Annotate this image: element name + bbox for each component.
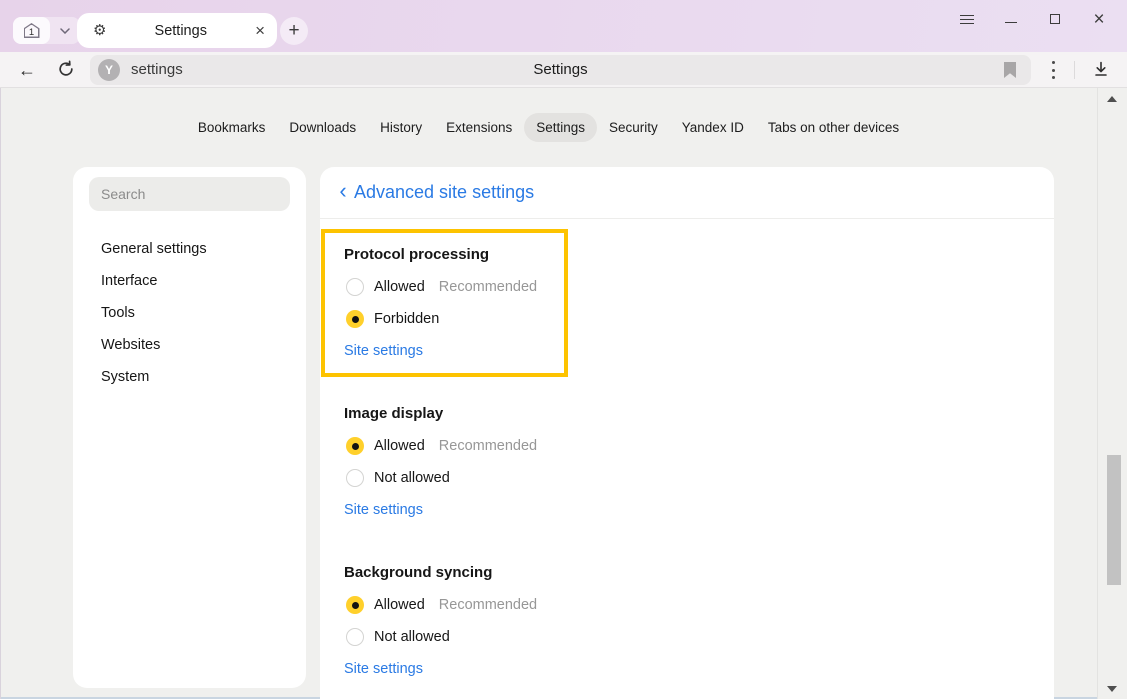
scroll-up-arrow-icon[interactable] bbox=[1107, 96, 1117, 102]
settings-section-background-syncing: Background syncing Allowed Recommended N… bbox=[344, 563, 1054, 685]
radio-icon[interactable] bbox=[346, 310, 364, 328]
settings-sections: Protocol processing Allowed Recommended … bbox=[320, 219, 1054, 685]
settings-nav-item-security[interactable]: Security bbox=[597, 113, 670, 142]
downloads-button[interactable] bbox=[1092, 60, 1112, 80]
settings-nav-item-settings[interactable]: Settings bbox=[524, 113, 597, 142]
browser-tab-settings[interactable]: ⚙ Settings × bbox=[77, 13, 277, 48]
chevron-down-icon bbox=[60, 28, 70, 34]
advanced-settings-header[interactable]: ‹ Advanced site settings bbox=[320, 167, 1054, 219]
address-toolbar: ← Y settings Settings bbox=[0, 52, 1127, 88]
section-title: Protocol processing bbox=[344, 245, 1054, 265]
menu-icon bbox=[960, 15, 974, 24]
site-settings-link[interactable]: Site settings bbox=[344, 653, 423, 685]
maximize-icon bbox=[1050, 14, 1060, 24]
browser-menu-button[interactable] bbox=[945, 6, 989, 32]
sidebar-item-general-settings[interactable]: General settings bbox=[73, 233, 306, 265]
page-scrollbar[interactable] bbox=[1097, 88, 1127, 699]
radio-icon[interactable] bbox=[346, 437, 364, 455]
minimize-icon bbox=[1005, 22, 1017, 23]
tab-list-dropdown-button[interactable] bbox=[50, 17, 80, 44]
sidebar-item-system[interactable]: System bbox=[73, 361, 306, 393]
radio-icon[interactable] bbox=[346, 628, 364, 646]
download-icon bbox=[1092, 60, 1110, 78]
maximize-button[interactable] bbox=[1033, 6, 1077, 32]
settings-nav-item-history[interactable]: History bbox=[368, 113, 434, 142]
radio-option-protocol-processing-forbidden[interactable]: Forbidden bbox=[344, 303, 1054, 335]
settings-section-protocol-processing: Protocol processing Allowed Recommended … bbox=[344, 245, 1054, 367]
radio-option-protocol-processing-allowed[interactable]: Allowed Recommended bbox=[344, 271, 1054, 303]
sidebar-item-interface[interactable]: Interface bbox=[73, 265, 306, 297]
close-icon: × bbox=[1093, 10, 1104, 29]
radio-option-image-display-not-allowed[interactable]: Not allowed bbox=[344, 462, 1054, 494]
section-title: Image display bbox=[344, 404, 1054, 424]
settings-nav-item-tabs-on-other-devices[interactable]: Tabs on other devices bbox=[756, 113, 911, 142]
toolbar-separator bbox=[1074, 61, 1075, 79]
browser-window: 1 ⚙ Settings × + bbox=[0, 0, 1127, 699]
sidebar-items: General settingsInterfaceToolsWebsitesSy… bbox=[73, 233, 306, 393]
back-button[interactable]: ← bbox=[15, 58, 39, 82]
radio-icon[interactable] bbox=[346, 469, 364, 487]
scrollbar-thumb[interactable] bbox=[1107, 455, 1121, 585]
radio-icon[interactable] bbox=[346, 278, 364, 296]
site-settings-link[interactable]: Site settings bbox=[344, 494, 423, 526]
radio-option-image-display-allowed[interactable]: Allowed Recommended bbox=[344, 430, 1054, 462]
tab-counter-button[interactable]: 1 bbox=[13, 17, 50, 44]
tab-counter-icon: 1 bbox=[24, 23, 40, 38]
new-tab-button[interactable]: + bbox=[280, 17, 308, 45]
tab-counter-group: 1 bbox=[13, 17, 80, 44]
chevron-left-icon: ‹ bbox=[332, 180, 354, 205]
settings-nav: BookmarksDownloadsHistoryExtensionsSetti… bbox=[0, 113, 1097, 142]
gear-icon: ⚙ bbox=[93, 23, 106, 38]
minimize-button[interactable] bbox=[989, 6, 1033, 32]
settings-nav-item-yandex-id[interactable]: Yandex ID bbox=[670, 113, 756, 142]
tab-count: 1 bbox=[24, 23, 40, 38]
radio-option-background-syncing-allowed[interactable]: Allowed Recommended bbox=[344, 589, 1054, 621]
section-title: Background syncing bbox=[344, 563, 1054, 583]
tab-title: Settings bbox=[106, 23, 255, 39]
sidebar-item-tools[interactable]: Tools bbox=[73, 297, 306, 329]
window-controls: × bbox=[945, 6, 1121, 32]
scroll-down-arrow-icon[interactable] bbox=[1107, 686, 1117, 692]
search-input[interactable] bbox=[89, 177, 290, 211]
tab-close-icon[interactable]: × bbox=[255, 22, 265, 39]
close-window-button[interactable]: × bbox=[1077, 6, 1121, 32]
reload-button[interactable] bbox=[57, 60, 77, 80]
page-title: Advanced site settings bbox=[354, 182, 534, 203]
address-bar[interactable]: Y settings Settings bbox=[90, 55, 1031, 85]
settings-section-image-display: Image display Allowed Recommended Not al… bbox=[344, 404, 1054, 526]
back-icon: ← bbox=[18, 60, 36, 81]
address-bar-page-title: Settings bbox=[90, 55, 1031, 85]
tab-bar: 1 ⚙ Settings × + bbox=[0, 0, 1127, 52]
settings-nav-item-extensions[interactable]: Extensions bbox=[434, 113, 524, 142]
toolbar-more-button[interactable] bbox=[1049, 61, 1057, 79]
reload-icon bbox=[57, 60, 75, 78]
settings-sidebar: General settingsInterfaceToolsWebsitesSy… bbox=[73, 167, 306, 688]
radio-option-background-syncing-not-allowed[interactable]: Not allowed bbox=[344, 621, 1054, 653]
settings-nav-item-downloads[interactable]: Downloads bbox=[277, 113, 368, 142]
sidebar-item-websites[interactable]: Websites bbox=[73, 329, 306, 361]
settings-content: ‹ Advanced site settings Protocol proces… bbox=[320, 167, 1054, 699]
radio-icon[interactable] bbox=[346, 596, 364, 614]
settings-nav-item-bookmarks[interactable]: Bookmarks bbox=[186, 113, 278, 142]
site-settings-link[interactable]: Site settings bbox=[344, 335, 423, 367]
